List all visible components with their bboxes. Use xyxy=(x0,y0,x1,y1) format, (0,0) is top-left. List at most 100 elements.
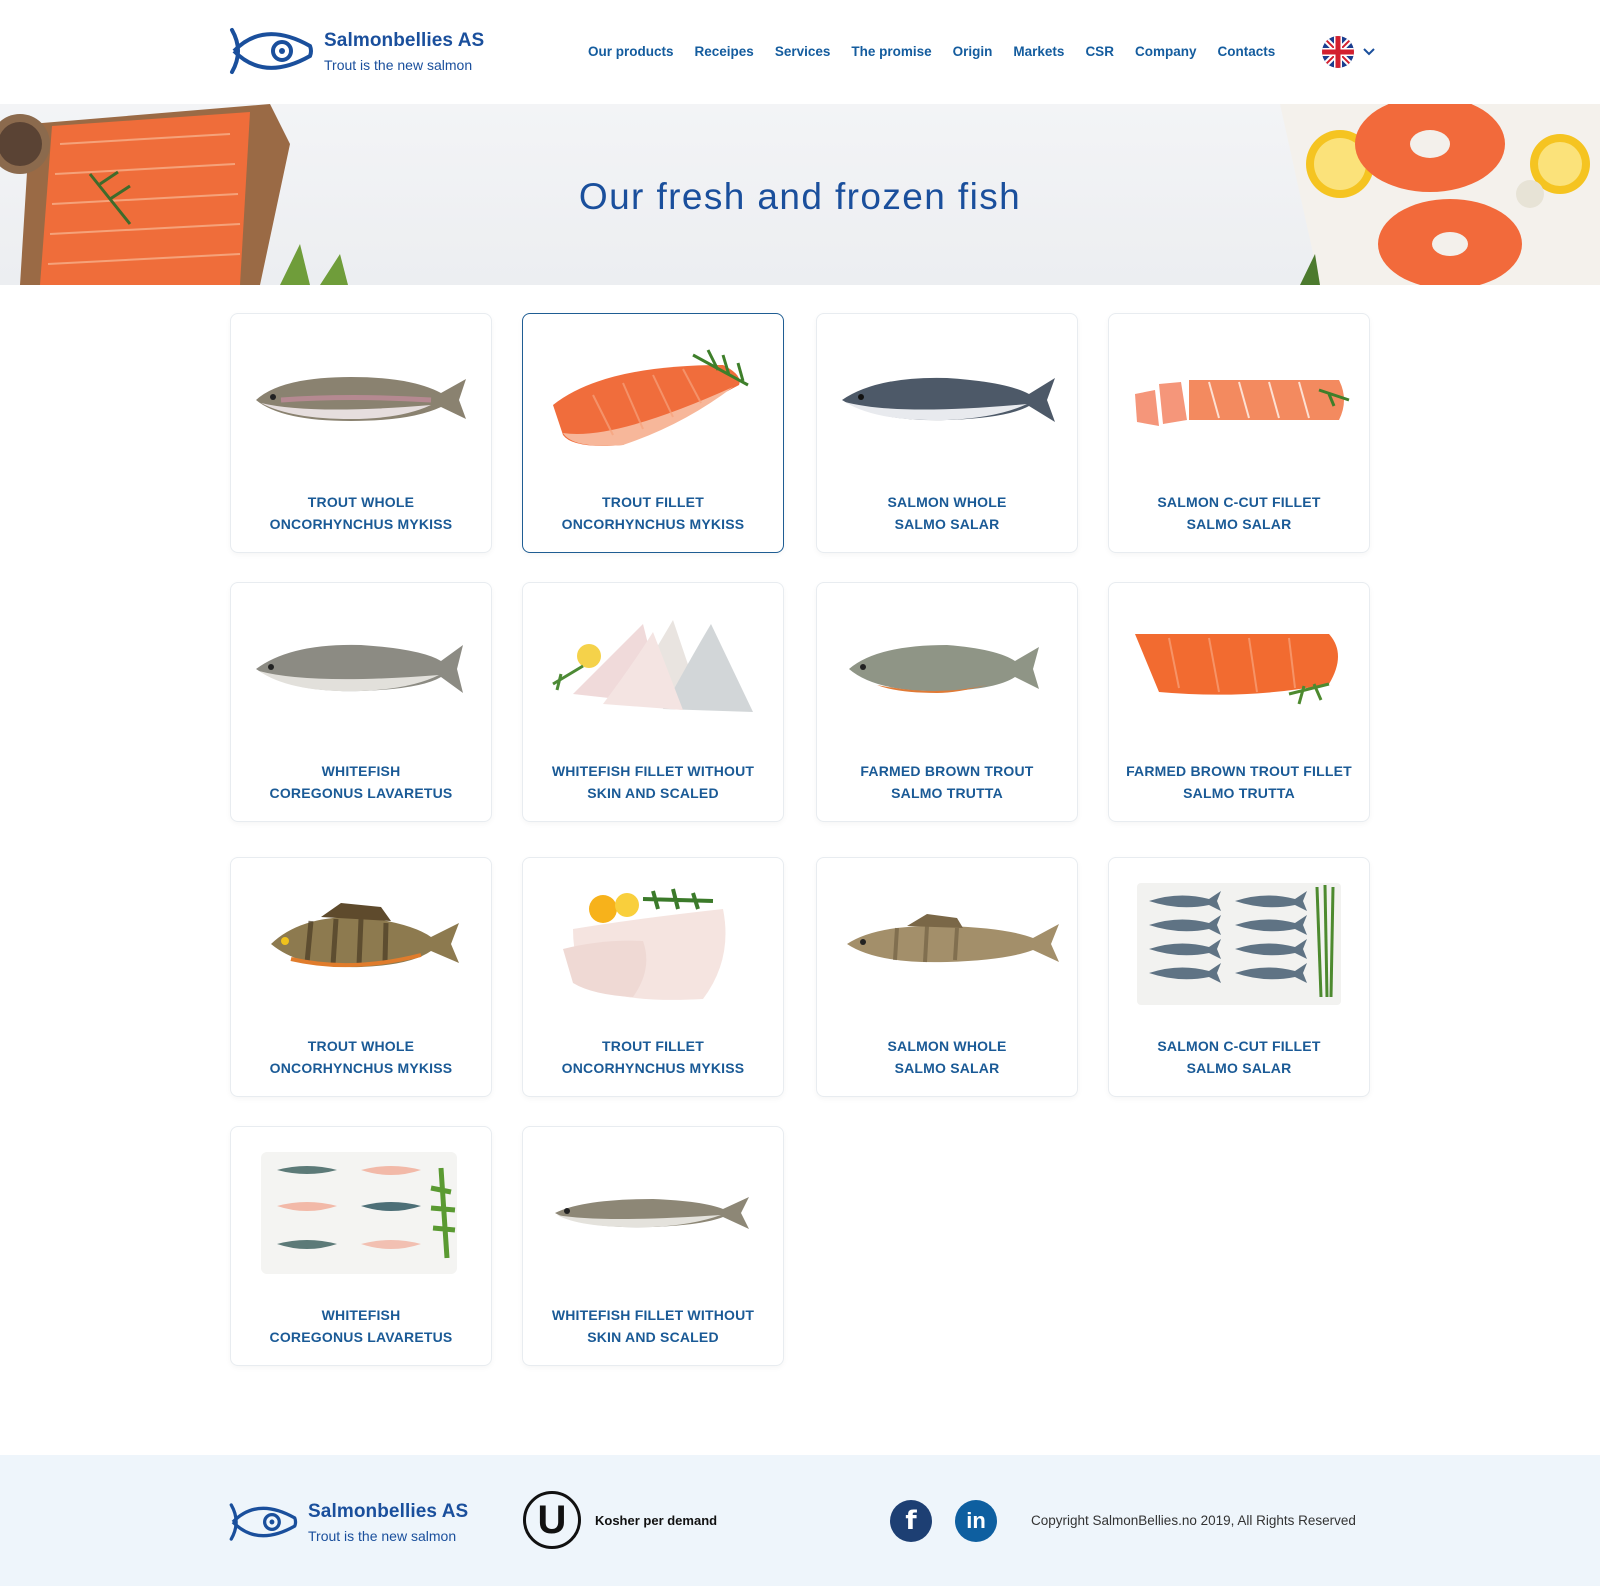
product-image xyxy=(251,876,473,1012)
page-title: Our fresh and frozen fish xyxy=(578,176,1022,217)
product-name: TROUT FILLET xyxy=(602,1038,704,1054)
linkedin-icon[interactable]: in xyxy=(955,1500,997,1542)
kosher-icon: U xyxy=(523,1491,581,1549)
footer-brand-name: Salmonbellies AS xyxy=(308,1500,469,1522)
product-image xyxy=(251,1145,473,1281)
brand-tagline: Trout is the new salmon xyxy=(324,56,473,73)
product-label: SALMON WHOLE SALMO SALAR xyxy=(825,1035,1069,1079)
pikeperch-image xyxy=(847,914,1059,963)
whitefish-fillet-image xyxy=(552,620,753,712)
product-name: SALMON WHOLE xyxy=(887,1038,1007,1054)
nav-our-products[interactable]: Our products xyxy=(588,44,674,59)
footer-brand-tagline: Trout is the new salmon xyxy=(308,1527,457,1544)
vendace-image xyxy=(555,1197,749,1229)
product-label: TROUT WHOLE ONCORHYNCHUS MYKISS xyxy=(239,1035,483,1079)
kosher-text: Kosher per demand xyxy=(595,1512,718,1528)
footer-brand-logo[interactable]: Salmonbellies AS Trout is the new salmon xyxy=(228,1500,468,1544)
whitefish-image xyxy=(256,644,463,693)
product-latin-name: COREGONUS LAVARETUS xyxy=(269,1329,453,1345)
product-card[interactable]: TROUT WHOLE ONCORHYNCHUS MYKISS xyxy=(230,313,492,553)
product-name: TROUT FILLET xyxy=(602,494,704,510)
product-name: SALMON C-CUT FILLET xyxy=(1157,1038,1321,1054)
product-label: WHITEFISH COREGONUS LAVARETUS xyxy=(239,1304,483,1348)
copyright-text: Copyright SalmonBellies.no 2019, All Rig… xyxy=(1031,1513,1356,1528)
product-name: TROUT WHOLE xyxy=(307,1038,415,1054)
product-name: WHITEFISH xyxy=(321,763,401,779)
product-label: TROUT FILLET ONCORHYNCHUS MYKISS xyxy=(531,491,775,535)
nav-services[interactable]: Services xyxy=(775,44,831,59)
product-latin-name: COREGONUS LAVARETUS xyxy=(269,785,453,801)
product-name: TROUT WHOLE xyxy=(307,494,415,510)
product-label: SALMON C-CUT FILLET SALMO SALAR xyxy=(1117,1035,1361,1079)
product-card[interactable]: WHITEFISH COREGONUS LAVARETUS xyxy=(230,1126,492,1366)
nav-origin[interactable]: Origin xyxy=(953,44,993,59)
product-card[interactable]: TROUT WHOLE ONCORHYNCHUS MYKISS xyxy=(230,857,492,1097)
product-image xyxy=(1129,601,1351,737)
product-image xyxy=(837,332,1059,468)
trout-fillet-image xyxy=(553,349,749,446)
brown-trout-image xyxy=(849,645,1039,693)
product-name: WHITEFISH xyxy=(321,1307,401,1323)
product-name: WHITEFISH FILLET WITHOUT xyxy=(551,1307,755,1323)
nav-contacts[interactable]: Contacts xyxy=(1217,44,1275,59)
product-image xyxy=(837,601,1059,737)
nav-company[interactable]: Company xyxy=(1135,44,1197,59)
product-image xyxy=(543,601,765,737)
hero-banner: Our fresh and frozen fish xyxy=(0,104,1600,285)
nav-csr[interactable]: CSR xyxy=(1085,44,1114,59)
product-label: WHITEFISH COREGONUS LAVARETUS xyxy=(239,760,483,804)
brand-name: Salmonbellies AS xyxy=(324,29,485,51)
product-image xyxy=(543,876,765,1012)
product-latin-name: SALMO SALAR xyxy=(894,516,1000,532)
language-selector[interactable] xyxy=(1322,36,1376,68)
chevron-down-icon xyxy=(1363,48,1375,56)
nav-markets[interactable]: Markets xyxy=(1013,44,1064,59)
product-image xyxy=(543,1145,765,1281)
product-card[interactable]: FARMED BROWN TROUT SALMO TRUTTA xyxy=(816,582,1078,822)
product-name: SALMON WHOLE xyxy=(887,494,1007,510)
product-label: FARMED BROWN TROUT SALMO TRUTTA xyxy=(825,760,1069,804)
uk-flag-icon xyxy=(1322,36,1354,68)
site-header: Salmonbellies AS Trout is the new salmon… xyxy=(0,0,1600,104)
salmon-whole-image xyxy=(842,377,1055,422)
fish-logo-icon xyxy=(229,1503,298,1541)
brand-logo[interactable]: Salmonbellies AS Trout is the new salmon xyxy=(228,24,484,78)
brown-trout-fillet-image xyxy=(1135,634,1338,705)
product-latin-name: SALMO SALAR xyxy=(894,1060,1000,1076)
product-latin-name: ONCORHYNCHUS MYKISS xyxy=(561,516,745,532)
product-card[interactable]: TROUT FILLET ONCORHYNCHUS MYKISS xyxy=(522,857,784,1097)
product-card[interactable]: WHITEFISH COREGONUS LAVARETUS xyxy=(230,582,492,822)
product-label: TROUT FILLET ONCORHYNCHUS MYKISS xyxy=(531,1035,775,1079)
nav-receipes[interactable]: Receipes xyxy=(695,44,754,59)
product-image xyxy=(251,601,473,737)
nav-the-promise[interactable]: The promise xyxy=(851,44,931,59)
product-card[interactable]: SALMON WHOLE SALMO SALAR xyxy=(816,313,1078,553)
product-name: WHITEFISH FILLET WITHOUT xyxy=(551,763,755,779)
product-name: FARMED BROWN TROUT FILLET xyxy=(1126,763,1352,779)
product-label: WHITEFISH FILLET WITHOUT SKIN AND SCALED xyxy=(531,760,775,804)
site-footer: Salmonbellies AS Trout is the new salmon… xyxy=(0,1455,1600,1586)
product-card[interactable]: WHITEFISH FILLET WITHOUT SKIN AND SCALED xyxy=(522,582,784,822)
facebook-icon[interactable]: f xyxy=(890,1500,932,1542)
product-latin-name: SALMO TRUTTA xyxy=(891,785,1003,801)
perch-image xyxy=(271,903,459,968)
white-fillet-image xyxy=(563,888,726,1000)
product-card[interactable]: WHITEFISH FILLET WITHOUT SKIN AND SCALED xyxy=(522,1126,784,1366)
kosher-info: U Kosher per demand xyxy=(523,1491,717,1549)
product-card[interactable]: SALMON WHOLE SALMO SALAR xyxy=(816,857,1078,1097)
product-image xyxy=(1129,876,1351,1012)
product-card[interactable]: FARMED BROWN TROUT FILLET SALMO TRUTTA xyxy=(1108,582,1370,822)
product-latin-name: SKIN AND SCALED xyxy=(587,1329,719,1345)
product-card[interactable]: SALMON C-CUT FILLET SALMO SALAR xyxy=(1108,313,1370,553)
product-label: SALMON C-CUT FILLET SALMO SALAR xyxy=(1117,491,1361,535)
product-latin-name: ONCORHYNCHUS MYKISS xyxy=(561,1060,745,1076)
product-label: SALMON WHOLE SALMO SALAR xyxy=(825,491,1069,535)
product-label: TROUT WHOLE ONCORHYNCHUS MYKISS xyxy=(239,491,483,535)
product-card[interactable]: TROUT FILLET ONCORHYNCHUS MYKISS xyxy=(522,313,784,553)
product-card[interactable]: SALMON C-CUT FILLET SALMO SALAR xyxy=(1108,857,1370,1097)
product-latin-name: ONCORHYNCHUS MYKISS xyxy=(269,1060,453,1076)
product-label: FARMED BROWN TROUT FILLET SALMO TRUTTA xyxy=(1117,760,1361,804)
product-name: FARMED BROWN TROUT xyxy=(860,763,1034,779)
product-image xyxy=(251,332,473,468)
salmon-ccut-image xyxy=(1135,380,1350,426)
